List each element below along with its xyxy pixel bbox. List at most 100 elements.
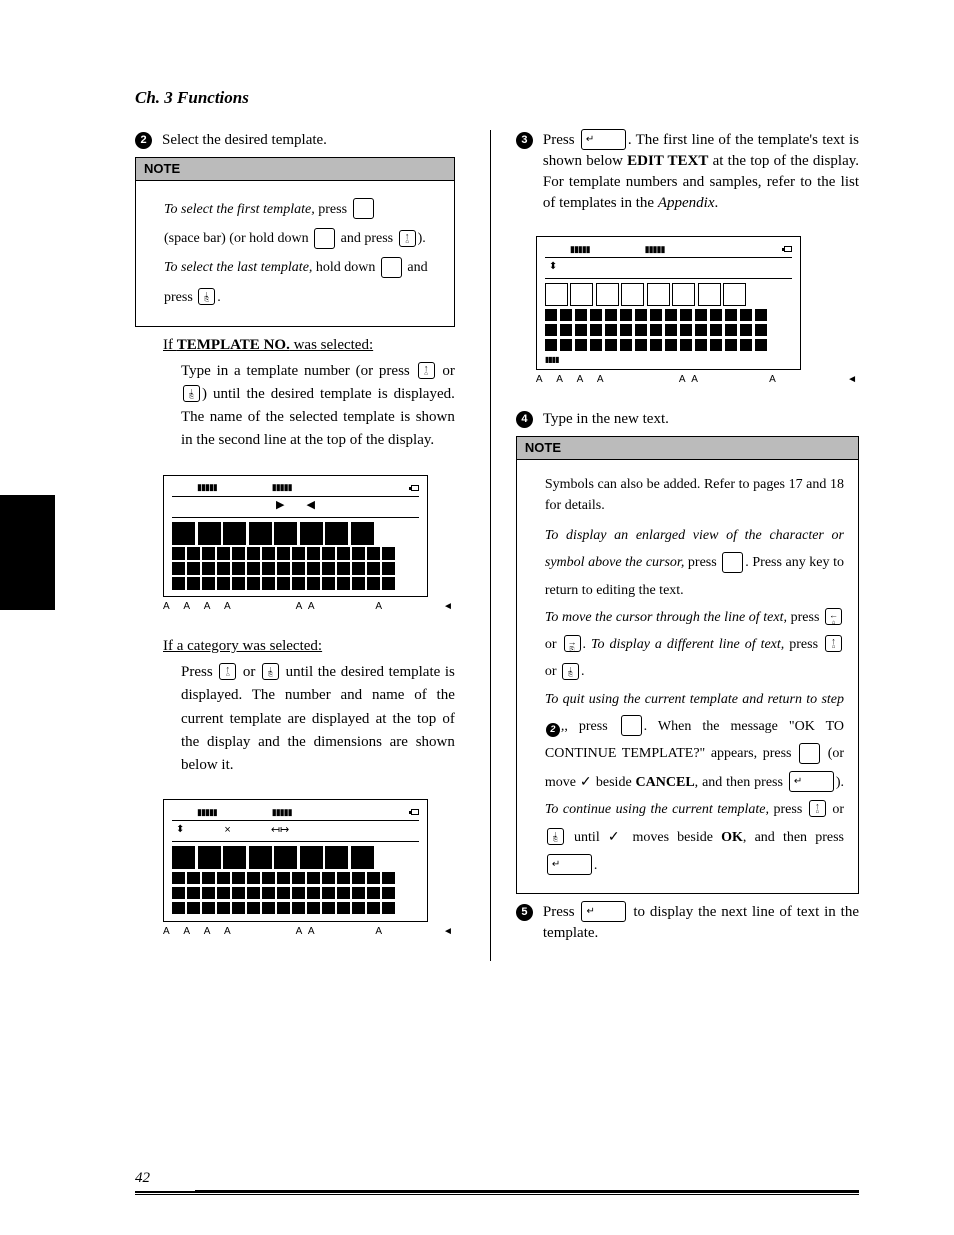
s3e: Appendix [658, 195, 715, 211]
cor: or [238, 664, 260, 680]
note-header-2: NOTE [517, 437, 858, 460]
right-column: 3 Press ↵. The first line of the templat… [490, 130, 859, 961]
keycap-blank [314, 228, 335, 249]
f1c: A A A A [536, 373, 610, 387]
keycap-up-arrow: ⌂ [219, 663, 236, 680]
step-3-text: Press ↵. The first line of the template'… [543, 130, 859, 214]
l3bo: or [545, 664, 560, 679]
note1-line3-end: and [404, 260, 428, 275]
n2-l2: To display an enlarged view of the chara… [545, 522, 844, 604]
lcd-illustration-3: ▮▮▮▮▮▮▮▮▮▮ ⬍ ▮▮▮▮ A A A AA AA◄ [536, 236, 859, 387]
cancel-label: CANCEL [636, 775, 695, 790]
l4th: , and then press [695, 775, 787, 790]
l5th: , and then press [743, 830, 844, 845]
n2-l1: Symbols can also be added. Refer to page… [545, 474, 844, 516]
keycap-up-arrow: ⌂ [825, 635, 842, 652]
s3c: EDIT TEXT [627, 153, 708, 169]
f4c: ◄ [847, 373, 859, 387]
l4c: ). [836, 775, 844, 790]
keycap-down-arrow: ⎘ [198, 288, 215, 305]
step-number-2: 2 [135, 132, 152, 149]
page-number: 42 [135, 1170, 158, 1187]
ctail: until the desired template is displayed.… [181, 664, 455, 773]
note-box-1: NOTE To select the first template, press… [135, 157, 455, 327]
step-5: 5 Press ↵ to display the next line of te… [516, 902, 859, 944]
page: Ch. 3 Functions 2 Select the desired tem… [0, 0, 954, 1235]
ttail: ) until the desired template is displaye… [181, 386, 455, 449]
f4: ◄ [443, 600, 455, 614]
f3c: A [769, 373, 778, 387]
s3f: . [715, 195, 719, 211]
note1-line2-mid: and press [337, 231, 397, 246]
note1-line1-tail: press [315, 202, 351, 217]
l5o: or [828, 802, 844, 817]
keycap-left-arrow: ←⌂ [825, 608, 842, 625]
f3: A [375, 600, 384, 614]
s5a: Press [543, 904, 580, 920]
tb1: Type in a template number (or press [181, 363, 416, 379]
l3bpd: . [581, 664, 585, 679]
t-bold: TEMPLATE NO. [177, 337, 290, 353]
n2-l3: To move the cursor through the line of t… [545, 604, 844, 686]
if-template-section: If TEMPLATE NO. was selected: Type in a … [163, 335, 455, 453]
note-body-2: Symbols can also be added. Refer to page… [517, 460, 858, 893]
t-pre: If [163, 337, 177, 353]
keycap-enter: ↵ [547, 854, 592, 875]
note-body-1: To select the first template, press (spa… [136, 181, 454, 325]
step-2-text: Select the desired template. [162, 130, 455, 151]
f1b: A A A A [163, 925, 237, 939]
if-template-head: If TEMPLATE NO. was selected: [163, 335, 455, 356]
note1-line3-ital: To select the last template, [164, 260, 312, 275]
note1-line3-tail: hold down [312, 260, 379, 275]
keycap-enter: ↵ [581, 129, 626, 150]
step-number-5: 5 [516, 904, 533, 921]
keycap-blank [799, 743, 820, 764]
note-header: NOTE [136, 158, 454, 181]
lcd-illustration-2: ▮▮▮▮▮▮▮▮▮▮ ⬍×↤↦ A A A AA AA◄ [163, 799, 455, 939]
l5p: press [769, 802, 807, 817]
keycap-enter: ↵ [581, 901, 626, 922]
f2: A A [296, 600, 317, 614]
note1-line2-head: (space bar) (or hold down [164, 231, 312, 246]
check-icon: ✓ [580, 773, 592, 789]
keycap-right-arrow: →⎘ [564, 635, 581, 652]
l5i: To continue using the current template, [545, 802, 769, 817]
t-post: was selected: [290, 337, 373, 353]
keycap-down-arrow: ⎘ [547, 828, 564, 845]
step-number-3: 3 [516, 132, 533, 149]
note1-line4-tail: . [217, 290, 221, 305]
ok-label: OK [721, 830, 743, 845]
cb1: Press [181, 664, 217, 680]
step-3: 3 Press ↵. The first line of the templat… [516, 130, 859, 214]
step-5-text: Press ↵ to display the next line of text… [543, 902, 859, 944]
s3a: Press [543, 132, 579, 148]
l5u: until [566, 830, 608, 845]
note1-line2-tail: ). [418, 231, 426, 246]
step-4-text: Type in the new text. [543, 409, 859, 430]
f1: A A A A [163, 600, 237, 614]
f3b: A [375, 925, 384, 939]
step-4: 4 Type in the new text. [516, 409, 859, 430]
keycap-blank [621, 715, 642, 736]
l3i: To move the cursor through the line of t… [545, 610, 787, 625]
l3bp: press [784, 637, 823, 652]
l5pd: . [594, 858, 598, 873]
if-template-body: Type in a template number (or press ⌂ or… [181, 360, 455, 453]
chapter-title: Ch. 3 Functions [135, 88, 859, 108]
l3bi: To display a different line of text, [591, 637, 784, 652]
if-category-head: If a category was selected: [163, 636, 455, 657]
l5m: moves beside [624, 830, 721, 845]
step-2: 2 Select the desired template. [135, 130, 455, 151]
if-category-body: Press ⌂ or ⎘ until the desired template … [181, 661, 455, 777]
keycap-up-arrow: ⌂ [809, 800, 826, 817]
note1-line1-ital: To select the first template, [164, 202, 315, 217]
keycap-down-arrow: ⎘ [183, 385, 200, 402]
note1-line4: press [164, 290, 196, 305]
if-category-section: If a category was selected: Press ⌂ or ⎘… [163, 636, 455, 777]
l3o: or [545, 637, 562, 652]
keycap-down-arrow: ⎘ [562, 663, 579, 680]
two-column-body: 2 Select the desired template. NOTE To s… [135, 130, 859, 961]
check-icon: ✓ [608, 828, 624, 844]
keycap-enter: ↵ [789, 771, 834, 792]
l4i: To quit using the current template and r… [545, 692, 844, 707]
